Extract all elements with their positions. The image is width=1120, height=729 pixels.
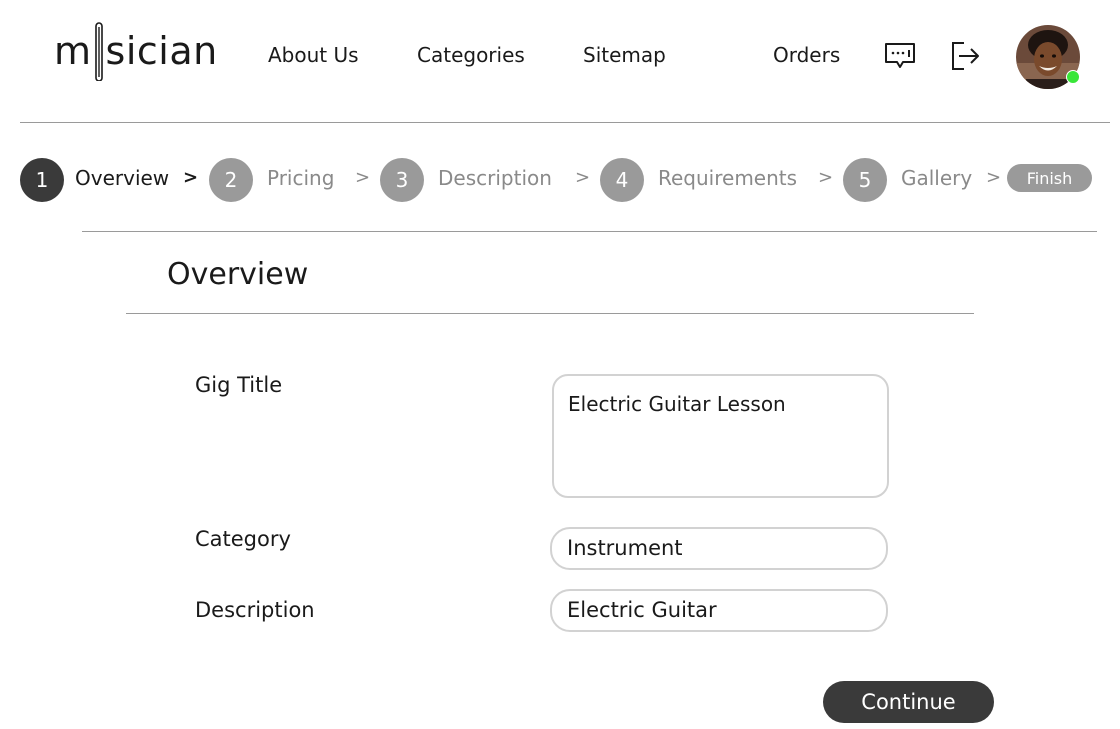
step-separator: >	[183, 167, 199, 188]
nav-orders[interactable]: Orders	[773, 43, 840, 67]
step-2-label[interactable]: Pricing	[267, 166, 334, 190]
drumstick-icon	[93, 21, 105, 81]
stepper-divider	[82, 231, 1097, 232]
step-separator: >	[575, 167, 591, 188]
chat-icon[interactable]	[884, 42, 916, 74]
nav-categories[interactable]: Categories	[417, 43, 525, 67]
continue-button[interactable]: Continue	[823, 681, 994, 723]
logout-icon[interactable]	[950, 40, 982, 76]
step-3-label[interactable]: Description	[438, 166, 552, 190]
description-label: Description	[195, 598, 315, 622]
step-5-label[interactable]: Gallery	[901, 166, 972, 190]
logo-text-start: m	[54, 29, 92, 73]
category-label: Category	[195, 527, 291, 551]
step-3-circle[interactable]: 3	[380, 158, 424, 202]
description-input[interactable]: Electric Guitar	[550, 589, 888, 632]
brand-logo[interactable]: m sician	[54, 18, 218, 84]
step-4-label[interactable]: Requirements	[658, 166, 797, 190]
step-1-label[interactable]: Overview	[75, 166, 169, 190]
header-divider	[20, 122, 1110, 123]
nav-sitemap[interactable]: Sitemap	[583, 43, 666, 67]
step-2-circle[interactable]: 2	[209, 158, 253, 202]
step-separator: >	[355, 167, 371, 188]
section-title: Overview	[167, 257, 309, 292]
logo-text-end: sician	[105, 29, 218, 73]
step-separator: >	[818, 167, 834, 188]
category-input[interactable]: Instrument	[550, 527, 888, 570]
step-1-circle[interactable]: 1	[20, 158, 64, 202]
finish-step-button[interactable]: Finish	[1007, 164, 1092, 192]
nav-about-us[interactable]: About Us	[268, 43, 359, 67]
online-status-dot	[1066, 70, 1080, 84]
step-4-circle[interactable]: 4	[600, 158, 644, 202]
step-separator: >	[986, 167, 1002, 188]
step-5-circle[interactable]: 5	[843, 158, 887, 202]
user-avatar[interactable]	[1016, 25, 1080, 89]
gig-title-label: Gig Title	[195, 373, 283, 397]
gig-title-textarea[interactable]: Electric Guitar Lesson	[552, 374, 889, 498]
section-divider	[126, 313, 974, 314]
